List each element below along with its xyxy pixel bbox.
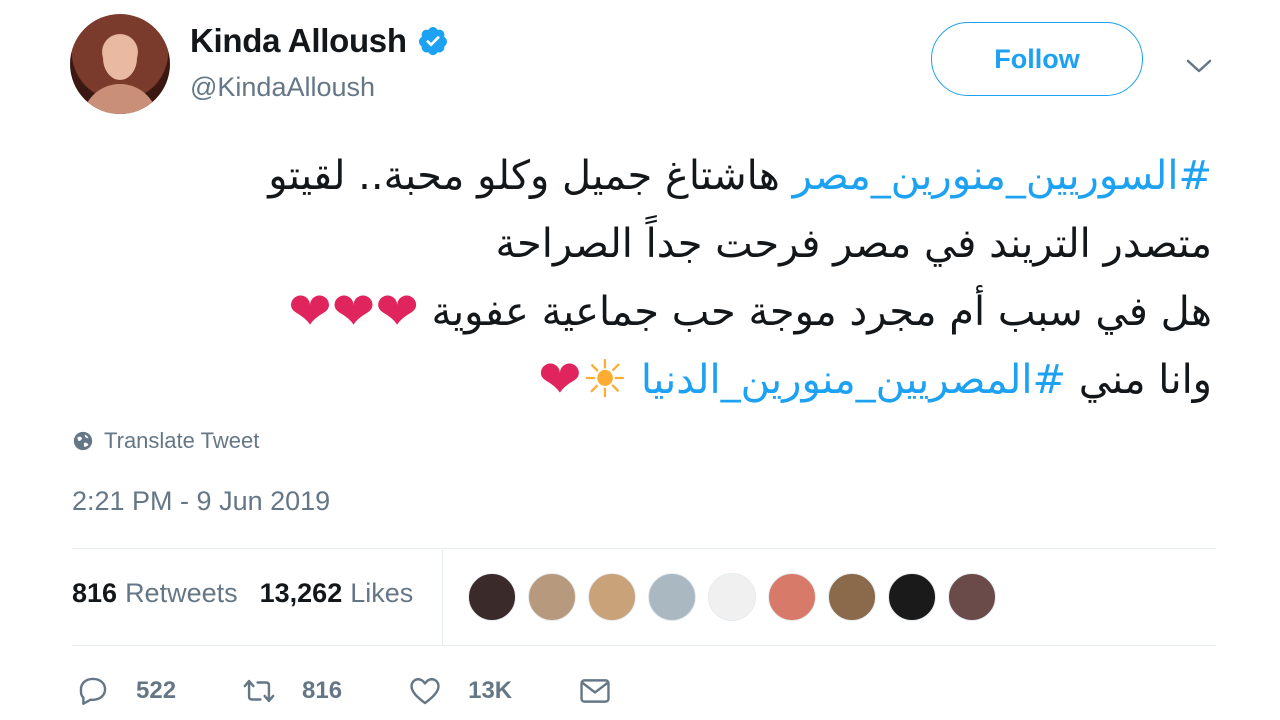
tweet-stats: 816 Retweets 13,262 Likes [72, 578, 435, 609]
hearts-emoji: ❤❤❤ [288, 282, 419, 342]
translate-tweet-link[interactable]: Translate Tweet [72, 428, 259, 454]
sun-emoji: ☀ [581, 350, 629, 410]
tweet-line-3: هل في سبب أم مجرد موجة حب جماعية عفوية ❤… [90, 278, 1212, 346]
tweet-timestamp[interactable]: 2:21 PM - 9 Jun 2019 [72, 486, 330, 517]
tweet-text: #السوريين_منورين_مصر هاشتاغ جميل وكلو مح… [90, 142, 1212, 414]
retweet-icon [243, 679, 275, 703]
likes-count[interactable]: 13,262 [260, 578, 343, 609]
likes-label[interactable]: Likes [350, 578, 413, 609]
tweet-text-segment: هاشتاغ جميل وكلو محبة.. لقيتو [268, 153, 793, 199]
author-handle[interactable]: @KindaAlloush [190, 72, 375, 103]
avatar-shoulder [82, 84, 158, 114]
liker-avatar[interactable] [768, 573, 816, 621]
divider-bottom [72, 645, 1216, 646]
avatar-face [103, 36, 137, 80]
liker-avatar[interactable] [828, 573, 876, 621]
retweets-label[interactable]: Retweets [125, 578, 238, 609]
liker-avatar[interactable] [948, 573, 996, 621]
tweet-text-segment: متصدر التريند في مصر فرحت جداً الصراحة [495, 221, 1212, 267]
liker-avatar[interactable] [648, 573, 696, 621]
liker-avatar[interactable] [888, 573, 936, 621]
stats-divider [442, 550, 443, 645]
follow-button[interactable]: Follow [931, 22, 1143, 96]
heart-emoji: ❤ [537, 350, 582, 410]
retweet-button[interactable]: 816 [242, 674, 342, 708]
reply-button[interactable]: 522 [76, 674, 176, 708]
reply-icon [79, 677, 107, 705]
retweet-count: 816 [302, 677, 343, 704]
verified-badge-icon [418, 27, 447, 56]
liker-avatar[interactable] [588, 573, 636, 621]
liker-avatar[interactable] [708, 573, 756, 621]
like-count: 13K [468, 677, 513, 704]
hashtag-link[interactable]: #المصريين_منورين_الدنيا [641, 357, 1066, 403]
tweet-text-segment: هل في سبب أم مجرد موجة حب جماعية عفوية [418, 289, 1212, 335]
chevron-down-icon[interactable] [1183, 52, 1215, 80]
tweet-text-segment: وانا مني [1065, 357, 1212, 403]
translate-label: Translate Tweet [104, 428, 260, 453]
heart-icon [410, 678, 440, 705]
author-name[interactable]: Kinda Alloush [190, 22, 407, 60]
envelope-icon [580, 679, 610, 703]
divider-top [72, 548, 1216, 549]
reply-count: 522 [136, 677, 177, 704]
author-avatar[interactable] [70, 14, 170, 114]
hashtag-link[interactable]: #السوريين_منورين_مصر [793, 153, 1212, 199]
tweet-line-4: وانا مني #المصريين_منورين_الدنيا ☀❤ [90, 346, 1212, 414]
tweet-actions: 522 816 13K [76, 674, 704, 708]
retweets-count[interactable]: 816 [72, 578, 117, 609]
liker-avatars [468, 573, 1008, 621]
globe-icon [73, 431, 93, 451]
like-button[interactable]: 13K [408, 674, 512, 708]
tweet-line-1: #السوريين_منورين_مصر هاشتاغ جميل وكلو مح… [90, 142, 1212, 210]
message-button[interactable] [578, 674, 638, 708]
tweet-line-2: متصدر التريند في مصر فرحت جداً الصراحة [90, 210, 1212, 278]
liker-avatar[interactable] [468, 573, 516, 621]
liker-avatar[interactable] [528, 573, 576, 621]
author-name-row: Kinda Alloush [190, 20, 449, 62]
